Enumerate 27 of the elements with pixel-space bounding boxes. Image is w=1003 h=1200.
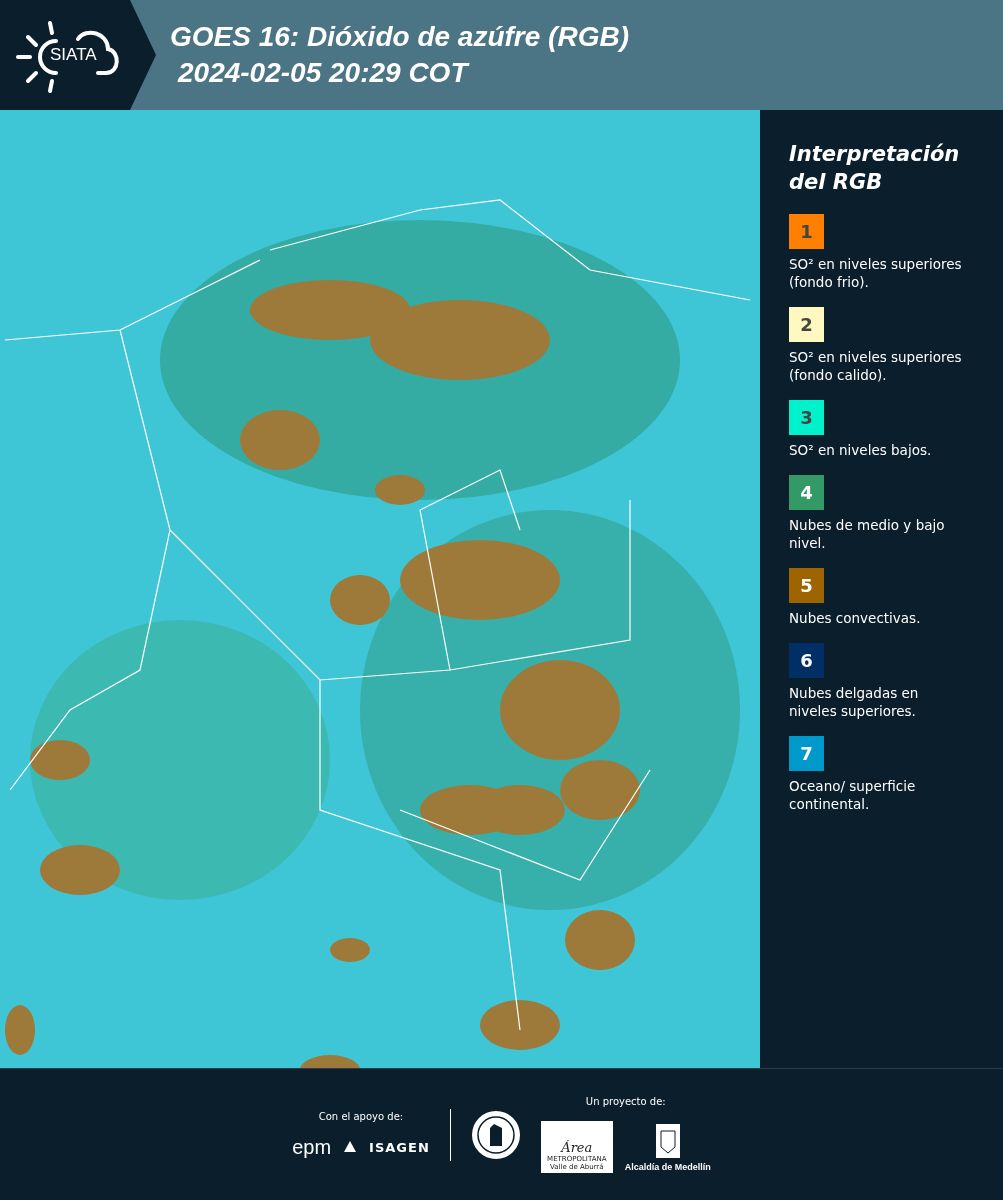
legend-swatch: 4 xyxy=(789,475,824,510)
legend-swatch: 1 xyxy=(789,214,824,249)
legend-label: SO² en niveles bajos. xyxy=(789,441,933,459)
project-label: Un proyecto de: xyxy=(585,1096,666,1107)
date-time: 2024-02-05 20:29 COT xyxy=(176,56,471,90)
triangle-leaf-icon xyxy=(343,1140,358,1154)
legend-swatch: 6 xyxy=(789,643,824,678)
legend-swatch: 5 xyxy=(789,568,824,603)
coat-of-arms-icon xyxy=(654,1122,681,1159)
logo-text: SIATA xyxy=(50,45,97,65)
legend-swatch: 2 xyxy=(789,307,824,342)
legend-label: Nubes delgadas en niveles superiores. xyxy=(789,684,920,720)
seal-icon xyxy=(470,1109,521,1160)
logo-text: Área xyxy=(561,1140,593,1155)
legend-swatch: 7 xyxy=(789,736,824,771)
legend-label: Nubes de medio y bajo nivel. xyxy=(789,516,946,552)
legend-title: Interpretación del RGB xyxy=(789,141,961,196)
sponsor-logo: epm xyxy=(292,1135,332,1159)
legend-swatch: 3 xyxy=(789,400,824,435)
support-label: Con el apoyo de: xyxy=(318,1110,404,1122)
legend-label: Nubes convectivas. xyxy=(789,609,922,627)
legend-label: SO² en niveles superiores (fondo frio). xyxy=(789,255,963,291)
logo-text: Alcaldía de Medellín xyxy=(624,1161,711,1172)
sponsor-logo: ISAGEN xyxy=(369,1139,430,1155)
legend-label: SO² en niveles superiores (fondo calido). xyxy=(789,348,963,384)
page-title: GOES 16: Dióxido de azúfre (RGB) xyxy=(170,20,629,54)
legend-label: Oceano/ superficie continental. xyxy=(789,777,917,813)
